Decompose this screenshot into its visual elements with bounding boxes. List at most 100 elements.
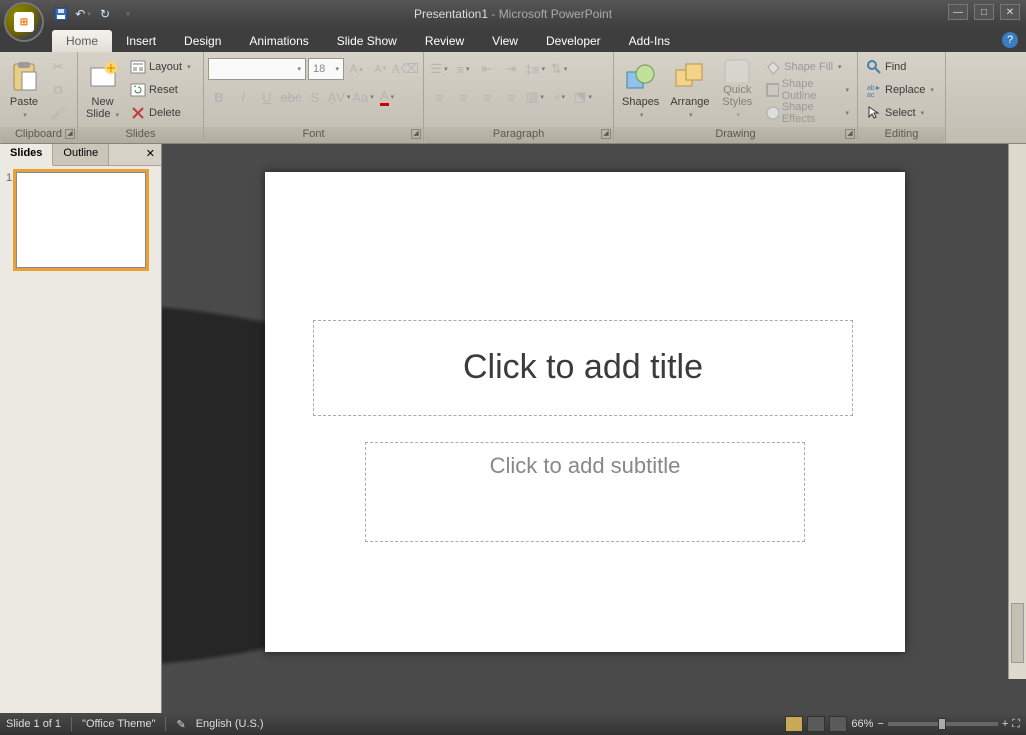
- office-button[interactable]: ⊞: [4, 2, 44, 42]
- find-icon: [866, 59, 882, 75]
- tab-insert[interactable]: Insert: [112, 30, 170, 52]
- zoom-out-button[interactable]: −: [877, 718, 883, 730]
- quick-styles-button[interactable]: Quick Styles ▾: [716, 54, 758, 124]
- scrollbar-thumb[interactable]: [1011, 603, 1024, 663]
- view-normal-button[interactable]: [785, 716, 803, 732]
- redo-icon[interactable]: ↻: [96, 5, 114, 23]
- arrange-icon: [674, 62, 706, 94]
- status-language[interactable]: English (U.S.): [196, 718, 264, 730]
- shape-fill-button[interactable]: Shape Fill▾: [761, 56, 853, 78]
- layout-button[interactable]: Layout▾: [126, 56, 195, 78]
- tab-design[interactable]: Design: [170, 30, 235, 52]
- zoom-percent[interactable]: 66%: [851, 718, 873, 730]
- slide-canvas-holder[interactable]: Click to add title Click to add subtitle: [162, 144, 1008, 679]
- tab-slideshow[interactable]: Slide Show: [323, 30, 411, 52]
- tab-animations[interactable]: Animations: [235, 30, 322, 52]
- paste-button[interactable]: Paste▾: [4, 54, 44, 124]
- group-editing: Find abacReplace▾ Select▾ Editing: [858, 52, 946, 143]
- shape-effects-button[interactable]: Shape Effects▾: [761, 102, 853, 124]
- minimize-button[interactable]: —: [948, 4, 968, 20]
- reset-button[interactable]: Reset: [126, 79, 195, 101]
- office-logo-icon: ⊞: [14, 12, 34, 32]
- panel-tab-outline[interactable]: Outline: [53, 144, 109, 165]
- bullets-button[interactable]: ☰▾: [428, 58, 450, 80]
- strikethrough-button[interactable]: abc: [280, 86, 302, 108]
- zoom-slider-thumb[interactable]: [938, 718, 946, 730]
- increase-indent-button[interactable]: ⇥: [500, 58, 522, 80]
- copy-button[interactable]: ⧉: [47, 79, 69, 101]
- fit-to-window-button[interactable]: ⛶: [1012, 718, 1020, 731]
- cut-button[interactable]: ✂: [47, 56, 69, 78]
- tab-home[interactable]: Home: [52, 30, 112, 52]
- new-slide-button[interactable]: New Slide ▾: [82, 54, 123, 124]
- effects-icon: [765, 105, 779, 121]
- spellcheck-icon[interactable]: ✎: [176, 718, 185, 731]
- arrange-button[interactable]: Arrange▾: [666, 54, 713, 124]
- font-launcher[interactable]: ◢: [411, 129, 421, 139]
- shapes-button[interactable]: Shapes▾: [618, 54, 663, 124]
- format-painter-button[interactable]: 🖌: [47, 102, 69, 124]
- subtitle-placeholder[interactable]: Click to add subtitle: [365, 442, 805, 542]
- align-right-button[interactable]: ≡: [476, 86, 498, 108]
- help-icon[interactable]: ?: [1002, 32, 1018, 48]
- svg-text:ac: ac: [867, 92, 875, 98]
- panel-tab-slides[interactable]: Slides: [0, 144, 53, 166]
- find-button[interactable]: Find: [862, 56, 938, 78]
- status-slide-number: Slide 1 of 1: [6, 718, 61, 730]
- char-spacing-button[interactable]: A͍V▾: [328, 86, 350, 108]
- justify-button[interactable]: ≡: [500, 86, 522, 108]
- decrease-indent-button[interactable]: ⇤: [476, 58, 498, 80]
- save-icon[interactable]: [52, 5, 70, 23]
- select-button[interactable]: Select▾: [862, 102, 938, 124]
- bold-button[interactable]: B: [208, 86, 230, 108]
- group-label-clipboard: Clipboard◢: [0, 127, 77, 143]
- grow-font-button[interactable]: A▲: [346, 58, 368, 80]
- shrink-font-button[interactable]: A▼: [370, 58, 392, 80]
- title-placeholder[interactable]: Click to add title: [313, 320, 853, 416]
- view-sorter-button[interactable]: [807, 716, 825, 732]
- tab-review[interactable]: Review: [411, 30, 478, 52]
- align-text-button[interactable]: ⫞▾: [548, 86, 570, 108]
- line-spacing-button[interactable]: ‡≡▾: [524, 58, 546, 80]
- window-title: Presentation1 - Microsoft PowerPoint: [414, 7, 612, 21]
- font-color-button[interactable]: A▾: [376, 86, 398, 108]
- paragraph-launcher[interactable]: ◢: [601, 129, 611, 139]
- qat-customize[interactable]: ▾: [118, 5, 136, 23]
- font-size-combo[interactable]: 18▾: [308, 58, 344, 80]
- text-direction-button[interactable]: ⇅▾: [548, 58, 570, 80]
- numbering-button[interactable]: ≡▾: [452, 58, 474, 80]
- shadow-button[interactable]: S: [304, 86, 326, 108]
- clear-formatting-button[interactable]: A⌫: [394, 58, 416, 80]
- panel-close-button[interactable]: ✕: [140, 144, 161, 165]
- quick-styles-icon: [721, 56, 753, 82]
- slide-thumbnail-1[interactable]: [16, 172, 146, 268]
- delete-button[interactable]: Delete: [126, 102, 195, 124]
- view-slideshow-button[interactable]: [829, 716, 847, 732]
- drawing-launcher[interactable]: ◢: [845, 129, 855, 139]
- close-button[interactable]: ✕: [1000, 4, 1020, 20]
- slide-canvas[interactable]: Click to add title Click to add subtitle: [265, 172, 905, 652]
- font-name-combo[interactable]: ▾: [208, 58, 306, 80]
- italic-button[interactable]: I: [232, 86, 254, 108]
- change-case-button[interactable]: Aa▾: [352, 86, 374, 108]
- clipboard-launcher[interactable]: ◢: [65, 129, 75, 139]
- undo-icon[interactable]: ↶▾: [74, 5, 92, 23]
- align-center-button[interactable]: ≡: [452, 86, 474, 108]
- tab-addins[interactable]: Add-Ins: [615, 30, 684, 52]
- underline-button[interactable]: U: [256, 86, 278, 108]
- smartart-button[interactable]: ⬔▾: [572, 86, 594, 108]
- group-slides: New Slide ▾ Layout▾ Reset Delete Slides: [78, 52, 204, 143]
- tab-view[interactable]: View: [478, 30, 532, 52]
- align-left-button[interactable]: ≡: [428, 86, 450, 108]
- vertical-scrollbar[interactable]: [1008, 144, 1026, 679]
- fill-icon: [765, 59, 781, 75]
- maximize-button[interactable]: □: [974, 4, 994, 20]
- columns-button[interactable]: ▥▾: [524, 86, 546, 108]
- shape-outline-button[interactable]: Shape Outline▾: [761, 79, 853, 101]
- replace-button[interactable]: abacReplace▾: [862, 79, 938, 101]
- thumbnail-number: 1: [6, 172, 12, 268]
- tab-developer[interactable]: Developer: [532, 30, 615, 52]
- zoom-in-button[interactable]: +: [1002, 718, 1008, 730]
- zoom-slider[interactable]: [888, 722, 998, 726]
- group-clipboard: Paste▾ ✂ ⧉ 🖌 Clipboard◢: [0, 52, 78, 143]
